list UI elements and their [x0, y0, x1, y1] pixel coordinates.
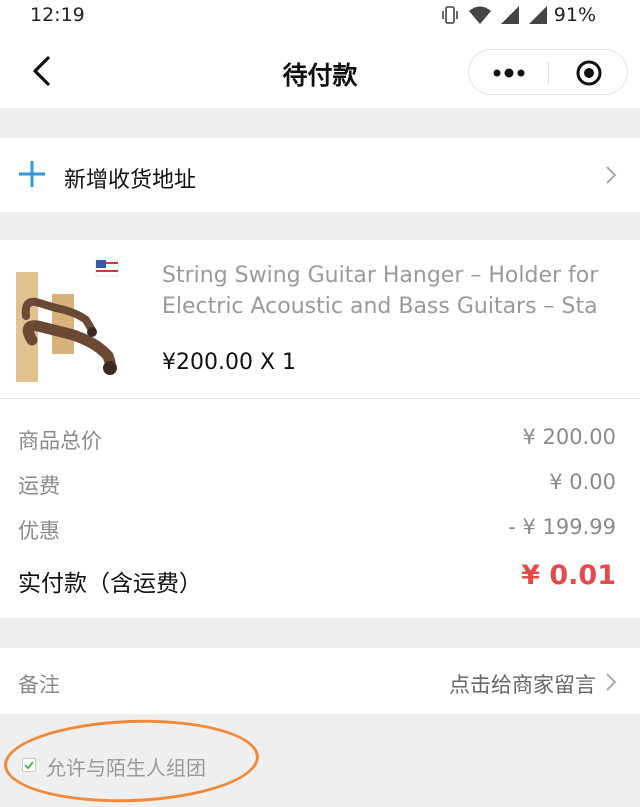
product-price: ¥200.00 X 1 [162, 350, 297, 375]
product-image[interactable] [16, 260, 126, 392]
status-icons [440, 4, 548, 26]
total-row: 实付款（含运费） ¥ 0.01 [18, 560, 616, 597]
summary-value: ¥ 0.00 [549, 470, 616, 494]
remark-row[interactable]: 备注 点击给商家留言 [0, 648, 640, 714]
summary-label: 优惠 [18, 519, 60, 543]
chevron-right-icon [606, 673, 617, 691]
summary-row-subtotal: 商品总价 ¥ 200.00 [18, 425, 616, 455]
capsule-divider [548, 62, 549, 84]
battery-level: 91% [553, 4, 596, 26]
close-target-icon[interactable] [567, 58, 611, 88]
add-address-label: 新增收货地址 [64, 168, 197, 193]
order-card: String Swing Guitar Hanger – Holder for … [0, 240, 640, 618]
leave-message-link[interactable]: 点击给商家留言 [449, 669, 596, 699]
product-name[interactable]: String Swing Guitar Hanger – Holder for … [162, 260, 632, 322]
summary-value: ¥ 200.00 [522, 425, 616, 449]
remark-label: 备注 [18, 673, 60, 697]
summary-value: - ¥ 199.99 [508, 515, 616, 539]
summary-row-discount: 优惠 - ¥ 199.99 [18, 515, 616, 545]
vibrate-icon [442, 6, 458, 24]
wifi-icon [469, 6, 491, 24]
plus-icon [19, 161, 45, 187]
summary-label: 运费 [18, 474, 60, 498]
chevron-right-icon [606, 166, 617, 184]
mini-program-capsule [468, 49, 628, 95]
more-dots-icon[interactable] [487, 58, 531, 88]
summary-row-shipping: 运费 ¥ 0.00 [18, 470, 616, 500]
total-value: ¥ 0.01 [521, 560, 616, 591]
nav-bar: 待付款 [0, 34, 640, 108]
signal-icon-2 [529, 6, 547, 24]
signal-icon [501, 6, 519, 24]
divider [0, 398, 640, 399]
add-address-row[interactable]: 新增收货地址 [0, 138, 640, 212]
status-time: 12:19 [30, 4, 85, 26]
total-label: 实付款（含运费） [18, 571, 202, 597]
status-bar: 12:19 91% [0, 0, 640, 34]
summary-label: 商品总价 [18, 429, 102, 453]
